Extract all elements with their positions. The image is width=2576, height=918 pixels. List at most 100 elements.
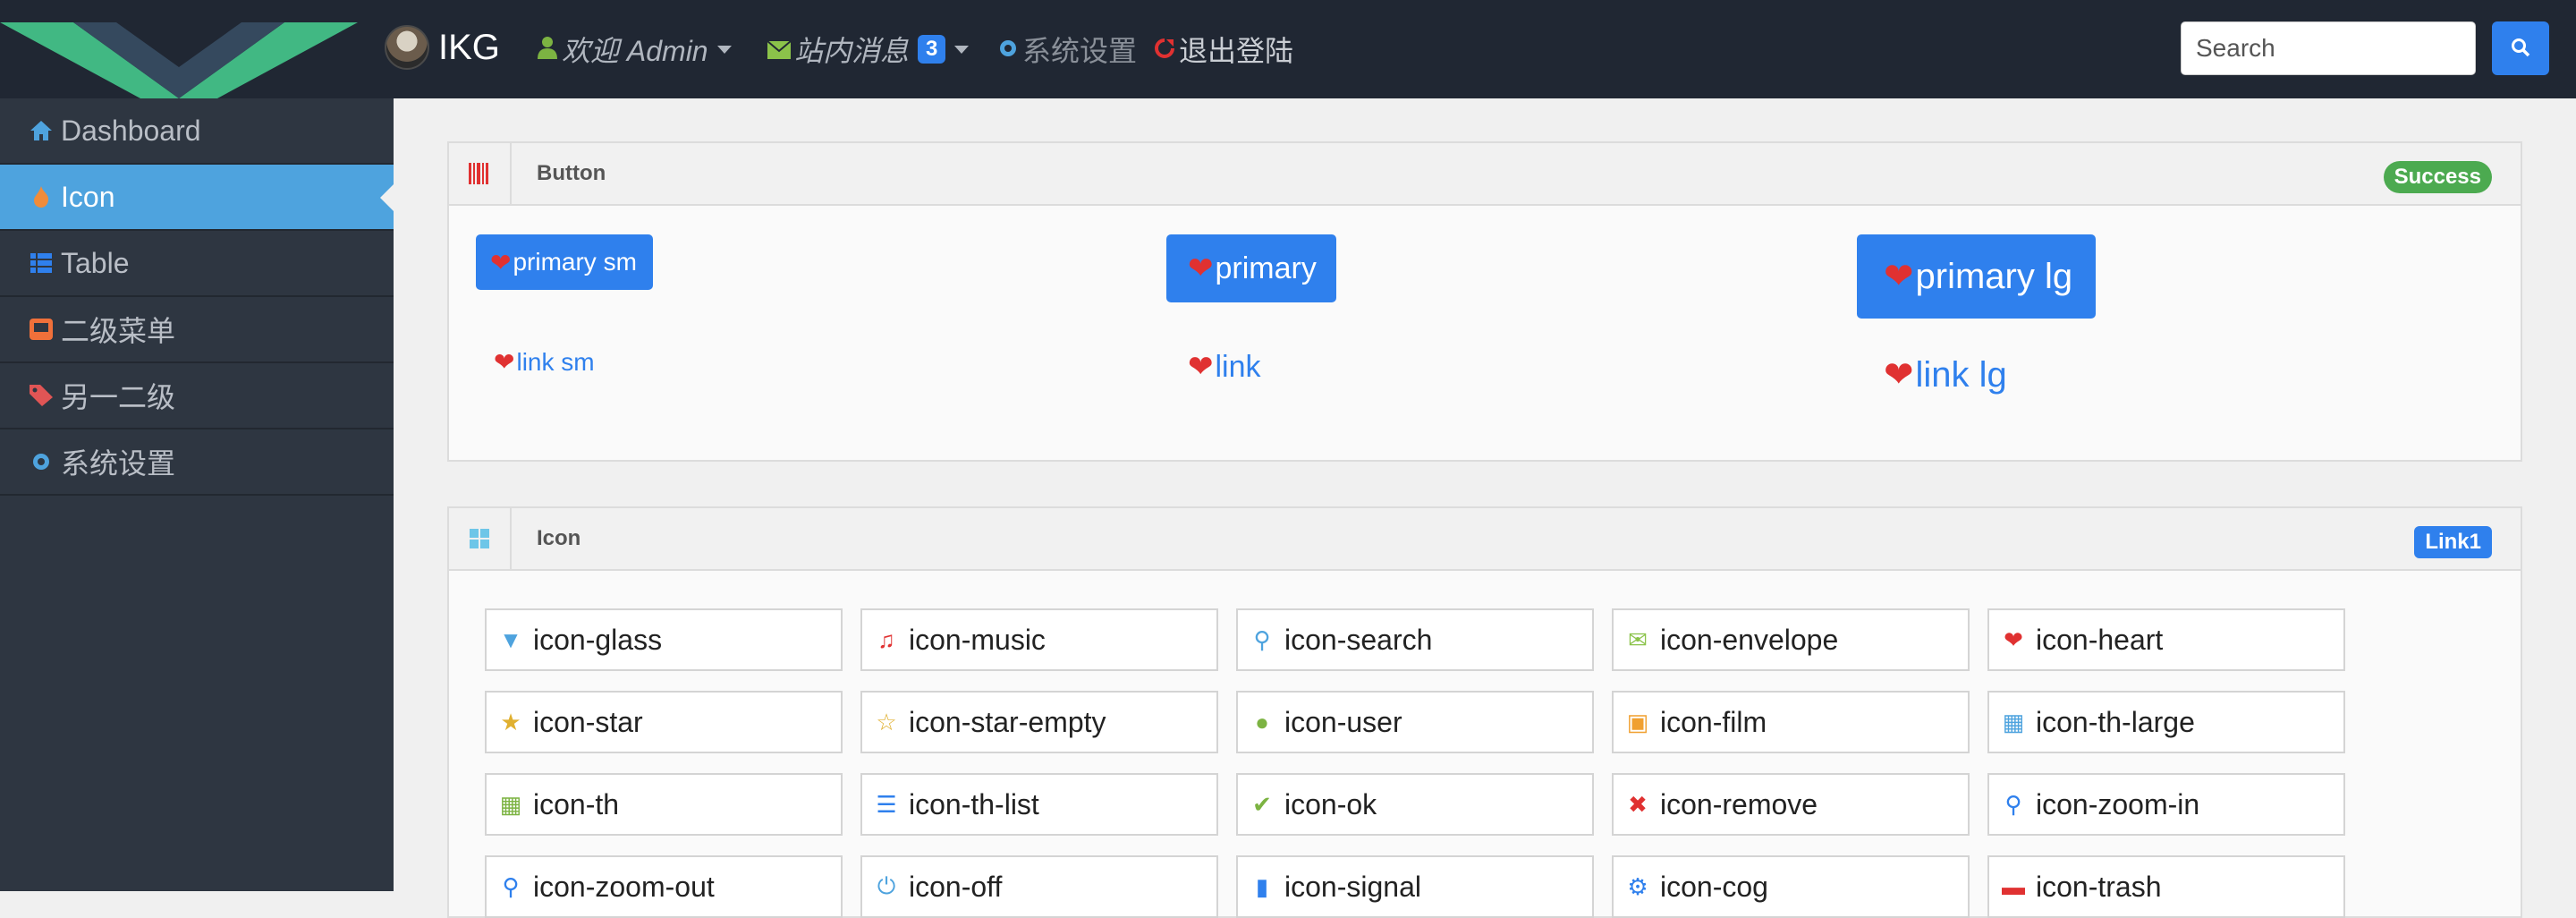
vue-logo	[0, 0, 358, 98]
icon-cell-label: icon-envelope	[1660, 623, 1839, 656]
brand-name: IKG	[438, 27, 500, 67]
envelope-icon	[767, 33, 792, 66]
cog-icon	[29, 449, 54, 474]
icon-cell[interactable]: ⚲ icon-search	[1236, 608, 1594, 671]
icon-cell[interactable]: ★ icon-star	[485, 691, 843, 753]
th-list-icon: ☰	[876, 790, 897, 818]
message-count-badge: 3	[918, 35, 946, 64]
search-input[interactable]	[2181, 21, 2476, 75]
music-icon: ♫	[877, 625, 895, 653]
film-icon: ▣	[1626, 708, 1649, 735]
sidebar-item-table[interactable]: Table	[0, 231, 394, 297]
heart-icon: ❤	[2004, 625, 2023, 653]
icon-cell[interactable]: ☆ icon-star-empty	[860, 691, 1218, 753]
icon-cell-label: icon-zoom-in	[2036, 787, 2200, 820]
icon-cell[interactable]: ♫ icon-music	[860, 608, 1218, 671]
fire-icon	[29, 184, 54, 209]
sidebar-item-label: Icon	[61, 180, 115, 213]
sidebar-item-label: 系统设置	[61, 447, 176, 480]
icon-cell[interactable]: ✖ icon-remove	[1612, 773, 1970, 836]
icon-cell[interactable]: ▼ icon-glass	[485, 608, 843, 671]
inbox-icon	[29, 317, 54, 342]
icon-cell[interactable]: ❤ icon-heart	[1987, 608, 2345, 671]
icon-cell-label: icon-glass	[533, 623, 663, 656]
sidebar-item-label: Table	[61, 246, 130, 279]
icon-cell-label: icon-heart	[2036, 623, 2164, 656]
icon-cell[interactable]: ✉ icon-envelope	[1612, 608, 1970, 671]
trash-icon: ▬	[2002, 872, 2025, 900]
settings-link[interactable]: 系统设置	[997, 29, 1137, 70]
ok-icon: ✔	[1252, 790, 1272, 818]
sidebar-item-settings[interactable]: 系统设置	[0, 429, 394, 496]
panel-header: Button Success	[449, 143, 2521, 206]
icon-cell[interactable]: ▬ icon-trash	[1987, 855, 2345, 918]
messages-label: 站内消息	[794, 35, 910, 67]
icon-cell-label: icon-star-empty	[909, 705, 1106, 738]
barcode-icon	[449, 143, 512, 204]
logout-link[interactable]: 退出登陆	[1154, 29, 1293, 70]
sidebar: Dashboard Icon Table 二级菜单 另一二级 系统设置	[0, 98, 394, 891]
logout-icon	[1154, 33, 1175, 66]
off-icon: ⏻	[877, 872, 896, 899]
icon-cell-label: icon-cog	[1660, 870, 1768, 903]
search-icon	[2511, 38, 2530, 60]
icon-cell[interactable]: ▦ icon-th	[485, 773, 843, 836]
sidebar-item-icon[interactable]: Icon	[0, 165, 394, 231]
icon-cell[interactable]: ▮ icon-signal	[1236, 855, 1594, 918]
link-lg-button[interactable]: ❤ link lg	[1884, 354, 2007, 395]
icon-cell[interactable]: ☰ icon-th-list	[860, 773, 1218, 836]
icon-cell[interactable]: ▦ icon-th-large	[1987, 691, 2345, 753]
icon-cell-label: icon-remove	[1660, 787, 1818, 820]
sidebar-item-dashboard[interactable]: Dashboard	[0, 98, 394, 165]
search-button[interactable]	[2492, 21, 2549, 75]
icon-cell[interactable]: ✔ icon-ok	[1236, 773, 1594, 836]
heart-icon: ❤	[490, 248, 512, 276]
icon-cell[interactable]: ⚲ icon-zoom-in	[1987, 773, 2345, 836]
heart-icon: ❤	[494, 348, 515, 376]
welcome-menu[interactable]: 欢迎 Admin	[537, 29, 732, 70]
icon-cell-label: icon-music	[909, 623, 1046, 656]
primary-lg-button[interactable]: ❤ primary lg	[1857, 234, 2097, 319]
sidebar-item-label: Dashboard	[61, 114, 201, 147]
link-button[interactable]: ❤ link	[1188, 349, 1261, 385]
th-large-icon	[449, 508, 512, 569]
sidebar-item-submenu[interactable]: 二级菜单	[0, 297, 394, 363]
icon-cell-label: icon-search	[1284, 623, 1433, 656]
icon-cell[interactable]: ⚲ icon-zoom-out	[485, 855, 843, 918]
th-list-icon	[29, 251, 54, 276]
sidebar-item-label: 另一二级	[61, 381, 176, 413]
sidebar-item-label: 二级菜单	[61, 315, 176, 347]
logout-label: 退出登陆	[1179, 35, 1294, 67]
brand[interactable]: IKG	[385, 25, 500, 70]
link1-badge: Link1	[2414, 526, 2492, 558]
star-icon: ★	[500, 708, 521, 735]
panel-title: Icon	[537, 526, 581, 550]
icon-cell-label: icon-ok	[1284, 787, 1377, 820]
icon-panel: Icon Link1 ▼ icon-glass ♫ icon-music ⚲ icon-s…	[447, 506, 2522, 918]
icon-cell-label: icon-off	[909, 870, 1003, 903]
sidebar-item-another[interactable]: 另一二级	[0, 363, 394, 429]
cog-icon: ⚙	[1627, 872, 1648, 900]
glass-icon: ▼	[499, 625, 522, 653]
button-panel: Button Success ❤ primary sm ❤ primary ❤ …	[447, 141, 2522, 462]
icon-cell[interactable]: ▣ icon-film	[1612, 691, 1970, 753]
primary-button[interactable]: ❤ primary	[1166, 234, 1336, 302]
heart-icon: ❤	[1188, 251, 1214, 285]
icon-cell[interactable]: ⚙ icon-cog	[1612, 855, 1970, 918]
active-indicator	[380, 184, 394, 211]
heart-icon: ❤	[1188, 350, 1214, 384]
welcome-label: 欢迎 Admin	[562, 35, 708, 67]
icon-cell-label: icon-th-list	[909, 787, 1039, 820]
th-large-icon: ▦	[2002, 708, 2025, 735]
icon-cell[interactable]: ● icon-user	[1236, 691, 1594, 753]
search-icon: ⚲	[1253, 625, 1271, 653]
primary-sm-button[interactable]: ❤ primary sm	[476, 234, 653, 290]
messages-menu[interactable]: 站内消息 3	[767, 29, 970, 70]
top-navbar: IKG 欢迎 Admin 站内消息 3 系统设置 退出登陆	[0, 0, 2576, 98]
success-badge: Success	[2383, 161, 2492, 193]
icon-cell[interactable]: ⏻ icon-off	[860, 855, 1218, 918]
link-sm-button[interactable]: ❤ link sm	[494, 347, 595, 377]
settings-label: 系统设置	[1022, 35, 1138, 67]
zoom-out-icon: ⚲	[502, 872, 520, 900]
icon-cell-label: icon-trash	[2036, 870, 2162, 903]
